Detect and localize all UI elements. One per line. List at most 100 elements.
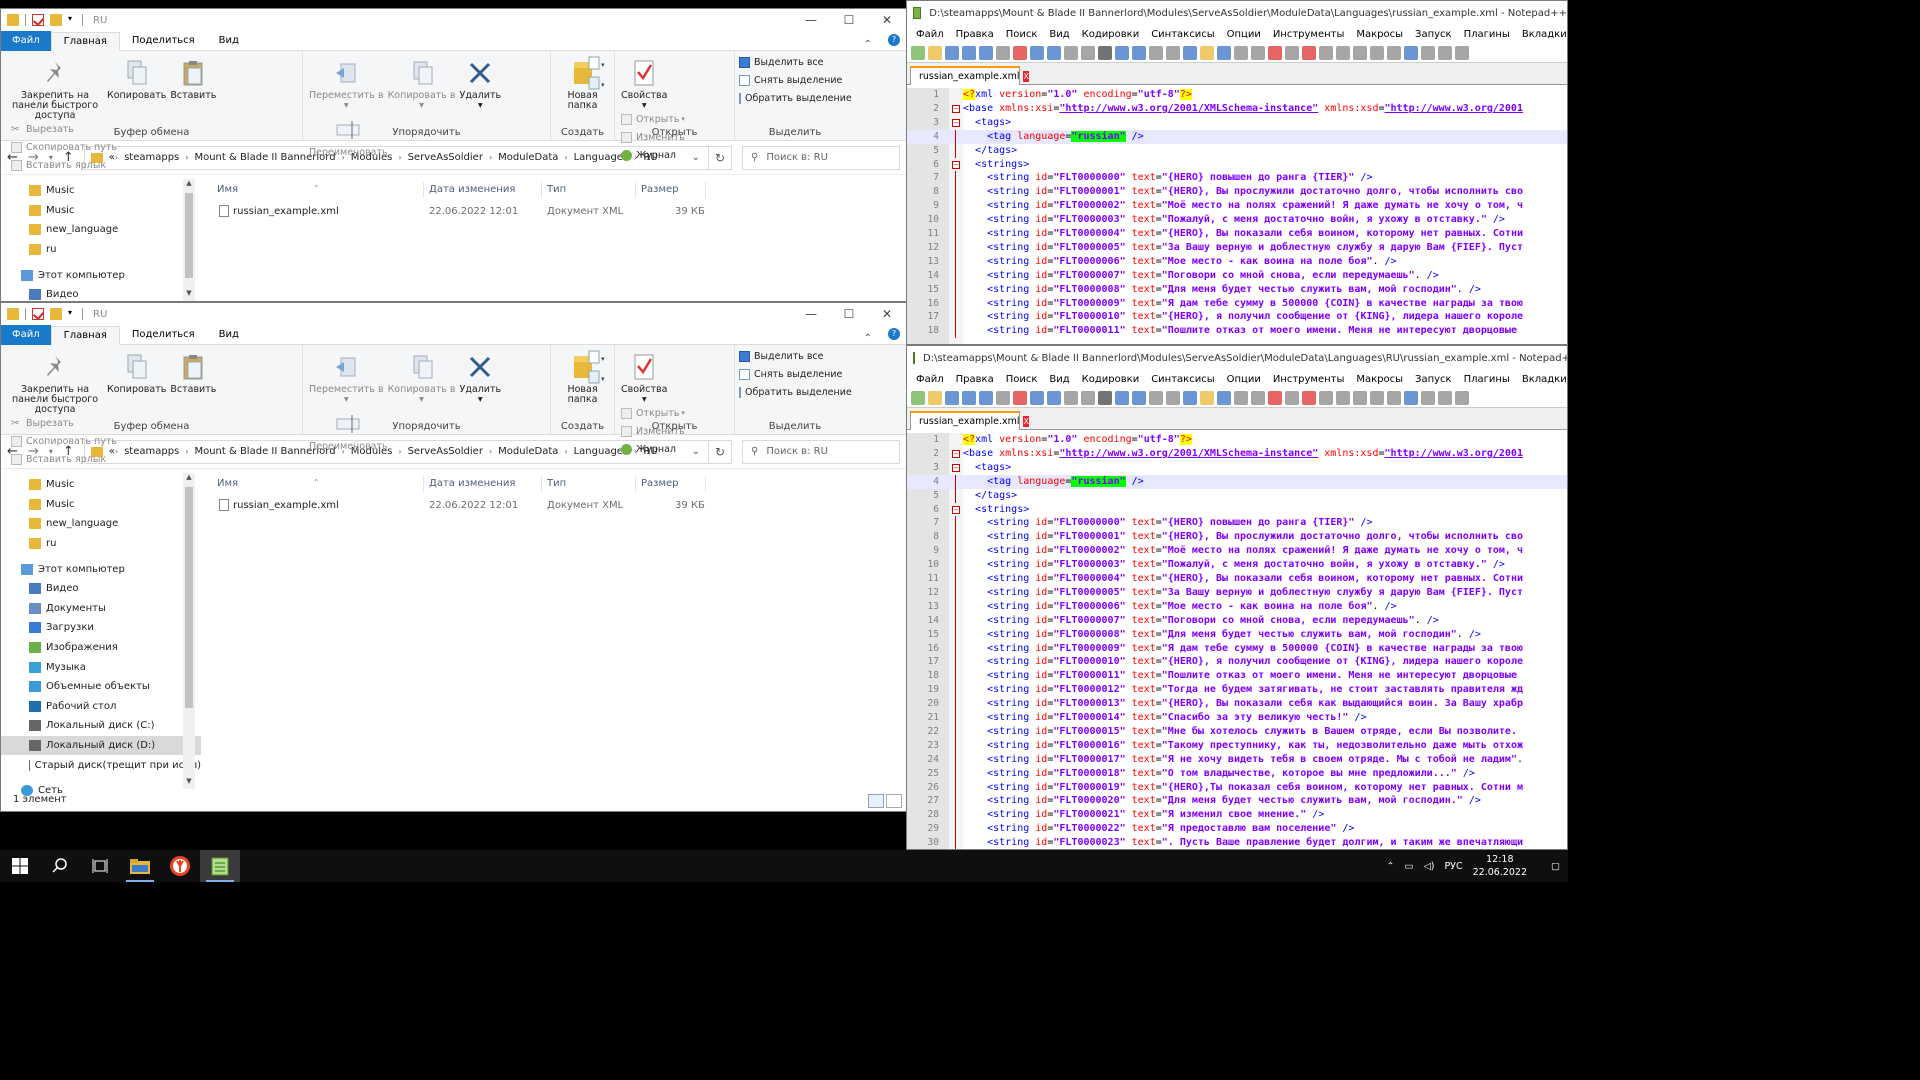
minimize-button[interactable]: — [792, 9, 830, 31]
select-all-button[interactable]: Выделить все [739, 53, 851, 71]
toolbar-button-icon[interactable] [1183, 390, 1197, 405]
nav-item-pictures[interactable]: Изображения [1, 638, 201, 658]
code-line[interactable]: 10 <string id="FLT0000003" text="Пожалуй… [907, 213, 1567, 228]
invert-selection-button[interactable]: Обратить выделение [739, 89, 852, 107]
volume-icon[interactable]: ◁) [1423, 861, 1434, 872]
open-button[interactable]: Открыть ▾ [621, 404, 685, 422]
menu-item[interactable]: Вид [1043, 374, 1075, 385]
toolbar-button-icon[interactable] [1438, 45, 1452, 60]
toolbar-button-icon[interactable] [1251, 45, 1265, 60]
toolbar-button-icon[interactable] [962, 45, 976, 60]
pin-quick-access-button[interactable]: Закрепить на панели быстрого доступа [7, 348, 103, 415]
code-editor[interactable]: 1 <?xml version="1.0" encoding="utf-8"?> 2… [907, 433, 1567, 849]
paste-shortcut-button[interactable]: Вставить ярлык [11, 450, 117, 468]
nav-item-drive-old[interactable]: Старый диск(трещит при испл) [1, 755, 201, 775]
nav-item-folder[interactable]: ru [1, 534, 201, 554]
toolbar-button-icon[interactable] [928, 390, 942, 405]
paste-button[interactable]: Вставить [170, 54, 216, 101]
menu-item[interactable]: Макросы [1350, 374, 1409, 385]
move-to-button[interactable]: Переместить в ▾ [309, 54, 384, 111]
nav-item-folder[interactable]: new_language [1, 220, 201, 240]
nav-item-downloads[interactable]: Загрузки [1, 618, 201, 638]
column-header[interactable]: Размер [641, 478, 679, 489]
quick-access-dropdown-icon[interactable]: ▾ [68, 14, 76, 26]
toolbar-button-icon[interactable] [1081, 390, 1095, 405]
properties-button[interactable]: Свойства ▾ [621, 348, 667, 405]
search-taskbar-button[interactable] [40, 850, 80, 882]
column-header[interactable]: Тип [547, 478, 566, 489]
breadcrumb-segment[interactable]: steamapps [118, 446, 185, 457]
toolbar-button-icon[interactable] [1234, 390, 1248, 405]
toolbar-button-icon[interactable] [928, 45, 942, 60]
menu-item[interactable]: Синтаксисы [1145, 374, 1220, 385]
code-line[interactable]: 24 <string id="FLT0000017" text="Я не хо… [907, 752, 1567, 767]
toolbar-button-icon[interactable] [1370, 45, 1384, 60]
code-line[interactable]: 21 <string id="FLT0000014" text="Спасибо… [907, 711, 1567, 725]
clock[interactable]: 12:18 22.06.2022 [1473, 853, 1527, 879]
nav-item-drive-c[interactable]: Локальный диск (C:) [1, 716, 201, 736]
toolbar-button-icon[interactable] [945, 390, 959, 405]
nav-item-drive-d[interactable]: Локальный диск (D:) [1, 735, 201, 756]
copy-button[interactable]: Копировать [107, 54, 166, 101]
help-icon[interactable]: ? [888, 328, 900, 340]
code-line[interactable]: 28 <string id="FLT0000021" text="Я измен… [907, 808, 1567, 823]
toolbar-button-icon[interactable] [1336, 45, 1350, 60]
toolbar-button-icon[interactable] [911, 390, 925, 405]
close-button[interactable]: ✕ [868, 303, 906, 325]
toolbar-button-icon[interactable] [1217, 390, 1231, 405]
document-tab[interactable]: russian_example.xml X [910, 66, 1029, 85]
code-line[interactable]: 8 <string id="FLT0000001" text="{HERO}, … [907, 185, 1567, 200]
column-header[interactable]: Дата изменения [429, 184, 515, 195]
column-header[interactable]: Размер [641, 184, 679, 195]
document-tab[interactable]: russian_example.xml X [910, 411, 1029, 430]
toolbar-button-icon[interactable] [1285, 390, 1299, 405]
notepad-taskbar-button[interactable] [200, 850, 240, 882]
code-line[interactable]: 3− <tags> [907, 116, 1567, 130]
toolbar-button-icon[interactable] [996, 45, 1010, 60]
toolbar-button-icon[interactable] [1064, 390, 1078, 405]
toolbar-button-icon[interactable] [1319, 390, 1333, 405]
menu-item[interactable]: Кодировки [1076, 29, 1146, 40]
tab-view[interactable]: Вид [207, 31, 251, 51]
toolbar-button-icon[interactable] [962, 390, 976, 405]
menu-item[interactable]: Поиск [1000, 29, 1044, 40]
code-line[interactable]: 15 <string id="FLT0000008" text="Для мен… [907, 627, 1567, 642]
breadcrumb-segment[interactable]: ModuleData [492, 152, 564, 163]
code-line[interactable]: 12 <string id="FLT0000005" text="За Вашу… [907, 585, 1567, 600]
toolbar-button-icon[interactable] [1421, 390, 1435, 405]
toolbar-button-icon[interactable] [1421, 45, 1435, 60]
toolbar-button-icon[interactable] [1098, 45, 1112, 60]
code-line[interactable]: 5 </tags> [907, 488, 1567, 503]
menu-item[interactable]: Макросы [1350, 29, 1409, 40]
menu-item[interactable]: Кодировки [1076, 374, 1146, 385]
search-input[interactable]: ⚲ Поиск в: RU [742, 145, 900, 170]
code-line[interactable]: 1 <?xml version="1.0" encoding="utf-8"?> [907, 88, 1567, 102]
nav-item-folder[interactable]: Music [1, 475, 201, 495]
pin-quick-access-button[interactable]: Закрепить на панели быстрого доступа [7, 54, 103, 121]
nav-scrollbar[interactable]: ▲ ▼ [183, 473, 195, 789]
toolbar-button-icon[interactable] [1166, 390, 1180, 405]
close-button[interactable]: ✕ [868, 9, 906, 31]
toolbar-button-icon[interactable] [1030, 45, 1044, 60]
tab-share[interactable]: Поделиться [120, 325, 207, 345]
nav-item-videos[interactable]: Видео [1, 285, 201, 301]
toolbar-button-icon[interactable] [1200, 45, 1214, 60]
code-line[interactable]: 7 <string id="FLT0000000" text="{HERO} п… [907, 171, 1567, 186]
select-none-button[interactable]: Снять выделение [739, 365, 851, 383]
tab-file[interactable]: Файл [1, 324, 51, 345]
toolbar-button-icon[interactable] [1302, 45, 1316, 60]
code-line[interactable]: 4 <tag language="russian" /> [907, 129, 1567, 144]
code-line[interactable]: 12 <string id="FLT0000005" text="За Вашу… [907, 240, 1567, 255]
tiles-view-icon[interactable] [886, 794, 902, 808]
toolbar-button-icon[interactable] [1455, 390, 1469, 405]
code-line[interactable]: 9 <string id="FLT0000002" text="Моё мест… [907, 544, 1567, 559]
code-line[interactable]: 10 <string id="FLT0000003" text="Пожалуй… [907, 558, 1567, 573]
menu-item[interactable]: Правка [950, 29, 1000, 40]
menu-item[interactable]: Инструменты [1267, 29, 1351, 40]
explorer-window-front[interactable]: ▾ RU — ☐ ✕ Файл Главная Поделиться Вид ⌃? Закрепит… [0, 302, 907, 812]
nav-item-computer[interactable]: Этот компьютер [1, 265, 201, 285]
nav-item-computer[interactable]: Этот компьютер [1, 559, 201, 579]
nav-item-folder[interactable]: Music [1, 495, 201, 515]
code-line[interactable]: 9 <string id="FLT0000002" text="Моё мест… [907, 199, 1567, 214]
code-line[interactable]: 18 <string id="FLT0000011" text="Пошлите… [907, 669, 1567, 684]
